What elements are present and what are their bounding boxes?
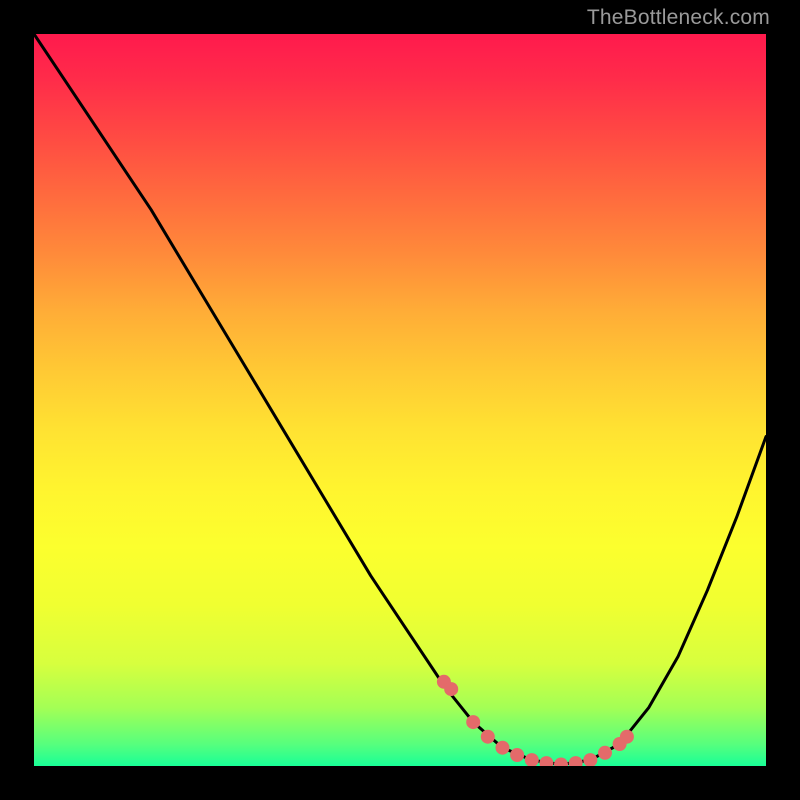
chart-frame: TheBottleneck.com <box>0 0 800 800</box>
curve-line <box>34 34 766 765</box>
curve-dots <box>437 675 634 766</box>
chart-svg <box>34 34 766 766</box>
plot-area <box>34 34 766 766</box>
watermark-text: TheBottleneck.com <box>587 6 770 30</box>
